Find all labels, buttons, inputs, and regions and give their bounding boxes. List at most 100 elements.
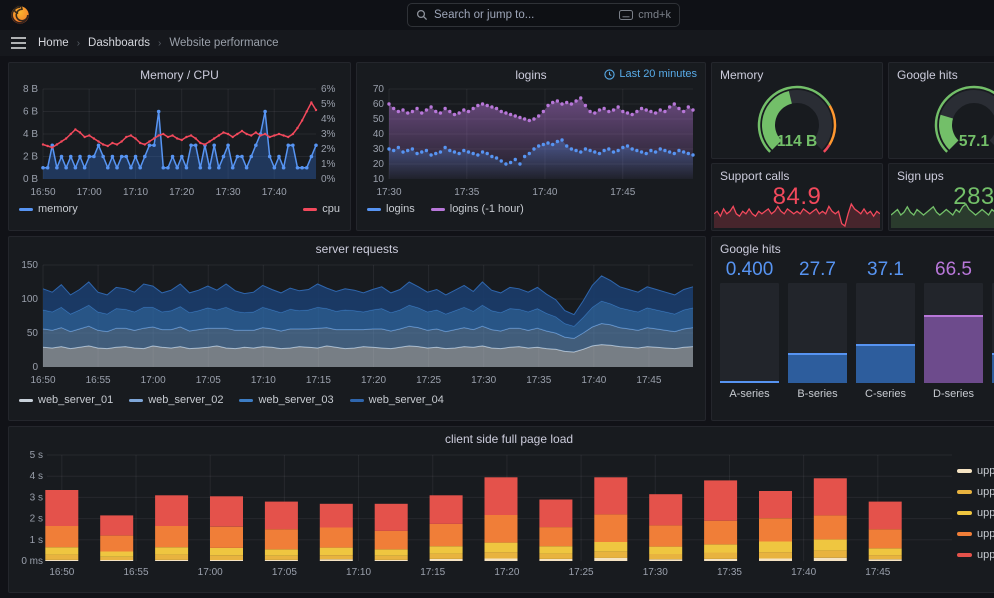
svg-text:1 s: 1 s [30, 535, 43, 546]
legend-item-upper_95[interactable]: upper_95 [957, 549, 994, 561]
memory-cpu-chart[interactable]: 16:5017:0017:1017:2017:3017:400 B2 B4 B6… [9, 83, 350, 201]
bar-gauge-A-series: 0.400A-series [720, 259, 779, 404]
svg-text:17:35: 17:35 [717, 567, 742, 578]
panel-title[interactable]: Support calls [712, 164, 882, 184]
google-hits-gauge: 57.1 [889, 83, 994, 159]
legend-item-cpu[interactable]: cpu [303, 203, 340, 215]
panel-title[interactable]: server requests [9, 237, 705, 257]
bar-value: 66.5 [924, 259, 983, 283]
pageload-bar [320, 504, 353, 561]
bar-value: 27.7 [788, 259, 847, 283]
memory-cpu-plot: 16:5017:0017:1017:2017:3017:400 B2 B4 B6… [17, 83, 344, 201]
menu-toggle-icon[interactable] [11, 37, 26, 49]
pageload-bar [539, 500, 572, 562]
panel-title[interactable]: client side full page load [9, 427, 994, 447]
legend-item-web_server_01[interactable]: web_server_01 [19, 394, 113, 406]
time-shift-link[interactable]: Last 20 minutes [604, 68, 697, 80]
svg-text:16:50: 16:50 [49, 567, 74, 578]
breadcrumb-bar: Home › Dashboards › Website performance [0, 30, 994, 56]
logins-chart[interactable]: 17:3017:3517:4017:4510203040506070 [357, 83, 705, 201]
bar-gauge-B-series: 27.7 B-series [788, 259, 847, 404]
svg-text:57.1: 57.1 [959, 133, 990, 150]
svg-text:5 s: 5 s [30, 450, 43, 461]
pageload-bar [155, 495, 188, 561]
svg-text:17:05: 17:05 [196, 375, 221, 386]
top-nav: Search or jump to... cmd+k [0, 0, 994, 30]
pageload-bar [814, 478, 847, 561]
svg-text:6 B: 6 B [23, 107, 38, 118]
legend-item-upper_50[interactable]: upper_50 [957, 486, 994, 498]
svg-text:8 B: 8 B [23, 84, 38, 95]
legend-item-upper_90[interactable]: upper_90 [957, 528, 994, 540]
svg-text:150: 150 [21, 260, 38, 271]
bar-track [720, 283, 779, 383]
logins-legend: logins logins (-1 hour) [357, 201, 705, 215]
svg-text:17:20: 17:20 [494, 567, 519, 578]
search-input[interactable]: Search or jump to... cmd+k [407, 3, 680, 27]
svg-text:0 B: 0 B [23, 174, 38, 185]
support-calls-sparkline [714, 198, 880, 228]
panel-page-load: client side full page load 16:50 16:55 17:… [8, 426, 994, 593]
pageload-bar [594, 477, 627, 561]
panel-title[interactable]: Sign ups [889, 164, 994, 184]
svg-text:17:10: 17:10 [251, 375, 276, 386]
svg-text:5%: 5% [321, 99, 336, 110]
panel-server-requests: server requests 16:5016:5517:0017:0517:1… [8, 236, 706, 421]
gauge-plot: 57.1 [896, 83, 994, 159]
server-requests-chart[interactable]: 16:5016:5517:0017:0517:1017:1517:2017:25… [9, 257, 705, 392]
pageload-bar [649, 494, 682, 561]
svg-text:17:25: 17:25 [416, 375, 441, 386]
svg-text:17:00: 17:00 [198, 567, 223, 578]
logins-plot: 17:3017:3517:4017:4510203040506070 [365, 83, 699, 201]
panel-logins: logins Last 20 minutes 17:3017:3517:4017… [356, 62, 706, 231]
svg-text:100: 100 [21, 294, 38, 305]
panel-support-calls: Support calls 84.9 [711, 163, 883, 231]
svg-text:17:40: 17:40 [791, 567, 816, 578]
svg-text:17:40: 17:40 [581, 375, 606, 386]
svg-text:17:25: 17:25 [569, 567, 594, 578]
legend-item-logins[interactable]: logins [367, 203, 415, 215]
legend-item-web_server_02[interactable]: web_server_02 [129, 394, 223, 406]
svg-text:17:15: 17:15 [306, 375, 331, 386]
page-load-chart[interactable]: 16:5016:5517:0017:0517:1017:1517:2017:25… [9, 447, 994, 586]
server-requests-legend: web_server_01 web_server_02 web_server_03 w… [9, 392, 705, 406]
panel-title[interactable]: Google hits [889, 63, 994, 83]
pageload-bar [759, 491, 792, 561]
svg-text:16:55: 16:55 [86, 375, 111, 386]
svg-text:50: 50 [27, 328, 39, 339]
legend-item-logins (-1 hour)[interactable]: logins (-1 hour) [431, 203, 524, 215]
gauge-plot: 114 B [719, 83, 875, 159]
panel-title[interactable]: Google hits [712, 237, 994, 257]
pageload-bar [704, 480, 737, 561]
panel-title[interactable]: Memory / CPU [9, 63, 350, 83]
svg-text:0: 0 [32, 362, 38, 373]
panel-title[interactable]: Memory [712, 63, 882, 83]
legend-item-web_server_03[interactable]: web_server_03 [239, 394, 333, 406]
legend-item-upper_25[interactable]: upper_25 [957, 465, 994, 477]
grafana-logo-icon [9, 4, 31, 26]
svg-text:17:10: 17:10 [346, 567, 371, 578]
bar-value: 0.400 [720, 259, 779, 283]
legend-item-web_server_04[interactable]: web_server_04 [350, 394, 444, 406]
svg-text:17:40: 17:40 [262, 187, 287, 198]
page-load-legend: upper_25 upper_50 upper_75 upper_90 upper_95 [957, 465, 994, 561]
chevron-right-icon: › [77, 38, 80, 49]
svg-text:2 s: 2 s [30, 514, 43, 525]
grafana-logo[interactable] [9, 4, 31, 26]
svg-text:2 B: 2 B [23, 152, 38, 163]
search-placeholder: Search or jump to... [434, 9, 534, 21]
breadcrumb-home[interactable]: Home [38, 37, 69, 49]
svg-text:16:55: 16:55 [124, 567, 149, 578]
svg-text:17:00: 17:00 [141, 375, 166, 386]
sparkline [714, 198, 880, 228]
legend-item-upper_75[interactable]: upper_75 [957, 507, 994, 519]
svg-text:10: 10 [373, 174, 385, 185]
cpu-series [42, 101, 317, 148]
panel-google-hits-bars: Google hits 0.400A-series27.7B-series37.… [711, 236, 994, 421]
bar-label: B-series [788, 383, 847, 404]
svg-text:17:30: 17:30 [471, 375, 496, 386]
svg-text:114 B: 114 B [777, 133, 818, 150]
legend-item-memory[interactable]: memory [19, 203, 78, 215]
breadcrumb-dashboards[interactable]: Dashboards [88, 37, 150, 49]
svg-text:17:20: 17:20 [361, 375, 386, 386]
